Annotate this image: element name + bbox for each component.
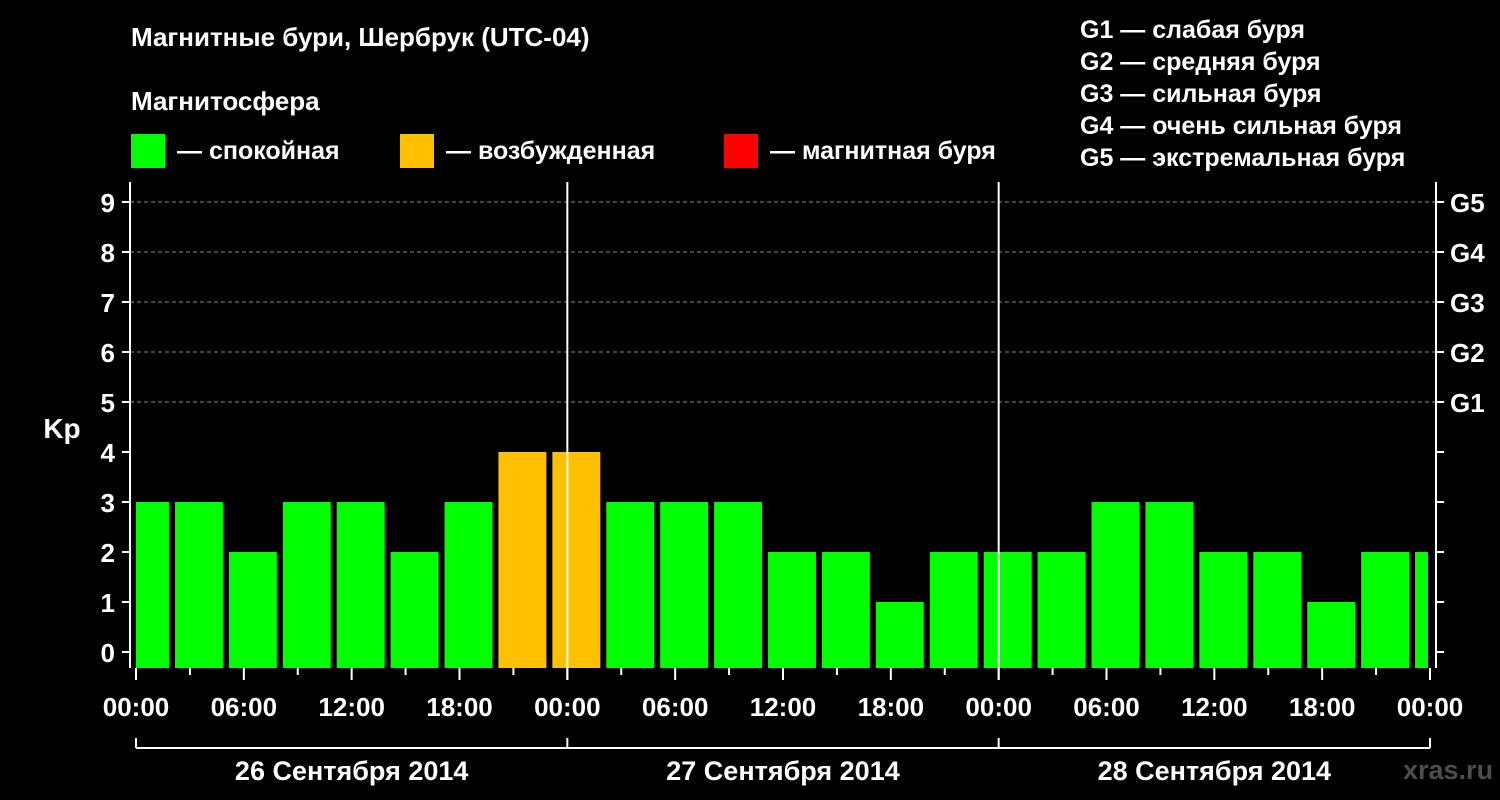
kp-bar — [390, 552, 439, 668]
kp-bar — [660, 502, 709, 668]
x-tick-label: 12:00 — [318, 692, 385, 722]
day-label: 26 Сентября 2014 — [235, 756, 468, 786]
kp-bar — [1091, 502, 1140, 668]
kp-bar — [875, 602, 924, 668]
y-tick-label: 6 — [101, 338, 115, 368]
x-tick-label: 00:00 — [534, 692, 601, 722]
y-tick-label: 9 — [101, 188, 115, 218]
y-tick-label: 0 — [101, 638, 115, 668]
kp-bar-chart: 0 1 2 3 4 5 6 7 8 9 G1 G2 G3 G4 G5 00:00 06:00 12:00 18:00… — [43, 182, 1485, 786]
x-tick-label: 06:00 — [642, 692, 709, 722]
kp-bar — [768, 552, 816, 668]
kp-bar — [228, 552, 277, 668]
x-tick-label: 18:00 — [1289, 692, 1356, 722]
g-level-label: G2 — [1450, 338, 1485, 368]
y-tick-label: 4 — [101, 438, 116, 468]
x-tick-label: 00:00 — [965, 692, 1032, 722]
kp-bar — [444, 502, 493, 668]
y-tick-label: 8 — [101, 238, 115, 268]
kp-bar — [1037, 552, 1086, 668]
kp-bar — [983, 552, 1032, 668]
x-tick-label: 12:00 — [1181, 692, 1248, 722]
kp-bar — [714, 502, 763, 668]
day-label: 27 Сентября 2014 — [666, 756, 899, 786]
g-level-label: G1 — [1450, 388, 1485, 418]
kp-bar — [282, 502, 331, 668]
day-label: 28 Сентября 2014 — [1098, 756, 1331, 786]
x-tick-label: 18:00 — [426, 692, 493, 722]
x-tick-label: 00:00 — [103, 692, 170, 722]
kp-bar — [1307, 602, 1356, 668]
kp-bar — [498, 452, 547, 668]
y-tick-label: 5 — [101, 388, 115, 418]
kp-bar — [1145, 502, 1194, 668]
g-level-label: G5 — [1450, 188, 1485, 218]
kp-bar — [1415, 552, 1428, 668]
g-level-label: G3 — [1450, 288, 1485, 318]
x-tick-label: 06:00 — [1073, 692, 1140, 722]
x-tick-label: 06:00 — [211, 692, 278, 722]
kp-bar — [1199, 552, 1248, 668]
kp-bar — [136, 502, 169, 668]
kp-bar — [336, 502, 385, 668]
kp-bar — [1361, 552, 1410, 668]
kp-bar — [821, 552, 870, 668]
kp-bar — [174, 502, 223, 668]
kp-bar — [606, 502, 655, 668]
kp-bar — [1253, 552, 1302, 668]
g-level-label: G4 — [1450, 238, 1485, 268]
x-tick-label: 00:00 — [1397, 692, 1464, 722]
y-tick-label: 1 — [101, 588, 115, 618]
y-axis-label: Kp — [43, 413, 80, 444]
kp-bar — [552, 452, 601, 668]
y-tick-label: 2 — [101, 538, 115, 568]
x-tick-label: 12:00 — [750, 692, 817, 722]
y-tick-label: 7 — [101, 288, 115, 318]
kp-bar — [929, 552, 978, 668]
watermark: xras.ru — [1403, 755, 1494, 785]
y-tick-label: 3 — [101, 488, 115, 518]
x-tick-label: 18:00 — [858, 692, 925, 722]
